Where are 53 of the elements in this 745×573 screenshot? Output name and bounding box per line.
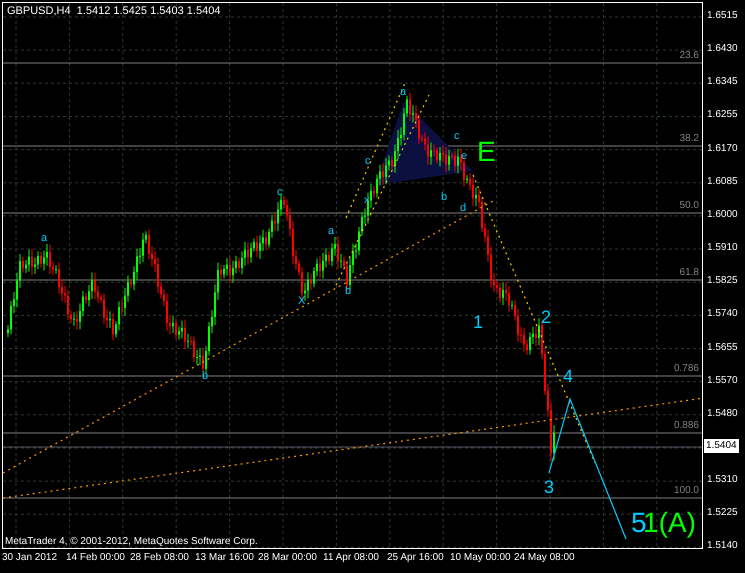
price-axis-label: 1.6430 <box>707 42 738 56</box>
time-axis-label: 13 Mar 16:00 <box>195 552 254 563</box>
time-axis-label: 28 Mar 00:00 <box>258 552 317 563</box>
price-axis-label: 1.5140 <box>707 539 738 554</box>
copyright-text: MetaTrader 4, © 2001-2012, MetaQuotes Software Corp. <box>5 536 258 547</box>
wave-label: b <box>345 286 352 297</box>
price-axis-label: 1.6170 <box>707 142 738 156</box>
fibonacci-level-label: 38.2 <box>680 133 699 145</box>
wave-label: c <box>277 187 282 198</box>
wave-label: c <box>365 156 370 167</box>
price-axis-label: 1.6085 <box>707 174 738 189</box>
price-axis-label: 1.6000 <box>707 208 738 222</box>
time-axis-label: 11 Apr 08:00 <box>323 552 379 563</box>
chart-title: GBPUSD,H4 1.5412 1.5425 1.5403 1.5404 <box>7 5 220 17</box>
price-axis-label: 1.6515 <box>707 9 738 23</box>
price-axis-label: 1.5225 <box>707 506 738 520</box>
wave-label: 3 <box>544 478 554 496</box>
price-axis-label: 1.5310 <box>707 473 738 488</box>
wave-label: a <box>400 87 406 98</box>
time-axis-label: 24 May 08:00 <box>514 552 575 563</box>
fibonacci-level-label: 50.0 <box>680 200 699 212</box>
wave-label: X <box>298 296 306 307</box>
time-axis-label: 25 Apr 16:00 <box>387 552 444 563</box>
fibonacci-level-label: 0.886 <box>674 420 699 432</box>
price-axis-label: 1.5655 <box>707 340 738 354</box>
price-axis-label: 1.5910 <box>707 241 738 256</box>
wave-label: 5 <box>631 509 647 537</box>
wave-label: b <box>202 371 208 382</box>
price-axis-label: 1.5825 <box>707 274 738 288</box>
fibonacci-level-label: 61.8 <box>680 267 699 279</box>
price-axis-label: 1.6345 <box>707 75 738 90</box>
time-axis-label: 30 Jan 2012 <box>2 552 58 563</box>
fibonacci-level-label: 0.786 <box>674 363 699 375</box>
time-axis-label: 14 Feb 00:00 <box>66 552 125 563</box>
time-axis-label: 28 Feb 08:00 <box>130 552 189 563</box>
wave-label: d <box>460 203 466 214</box>
price-axis-label: 1.5480 <box>707 406 738 421</box>
fibonacci-level-label: 23.6 <box>680 50 699 62</box>
wave-label: a <box>328 226 334 237</box>
price-axis-label: 1.5740 <box>707 307 738 322</box>
price-axis-label: 1.5570 <box>707 374 738 388</box>
wave-label: b <box>441 192 448 203</box>
time-axis-label: 10 May 00:00 <box>450 552 511 563</box>
wave-label: E <box>477 138 496 166</box>
wave-label: e <box>461 151 468 162</box>
wave-label: 4 <box>563 367 574 385</box>
price-axis-label: 1.6255 <box>707 108 738 122</box>
current-price-badge: 1.5404 <box>704 439 739 453</box>
wave-label: 2 <box>541 308 552 326</box>
wave-label: 1 <box>473 313 484 331</box>
wave-label: c <box>454 131 460 142</box>
fibonacci-level-label: 100.0 <box>674 485 699 497</box>
wave-label: a <box>41 233 48 244</box>
